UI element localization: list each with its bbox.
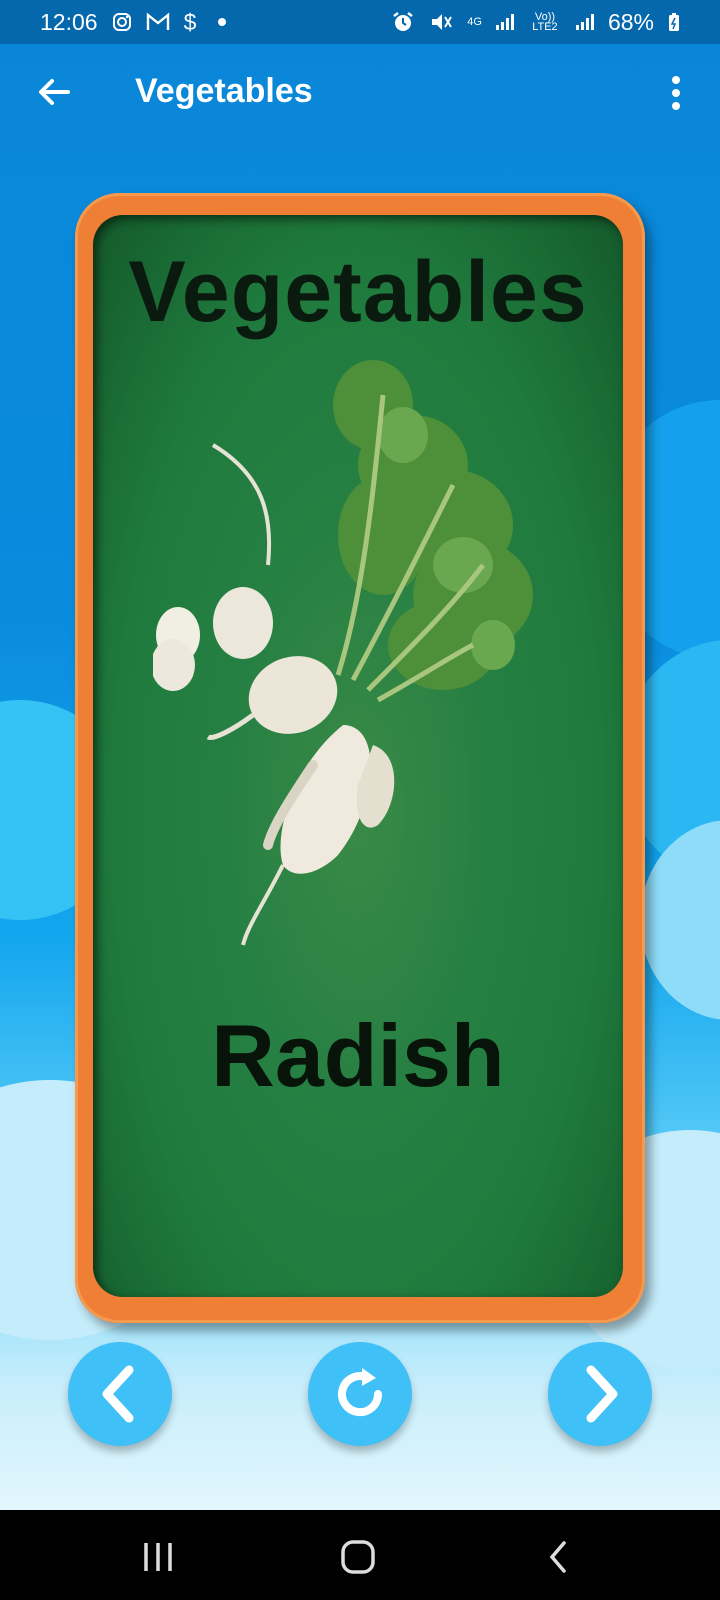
- recents-button[interactable]: [138, 1540, 178, 1574]
- card-word: Radish: [211, 1006, 505, 1105]
- clock: 12:06: [40, 8, 98, 35]
- status-bar: 12:06 $ 4G Vo)) LTE2 68%: [0, 0, 720, 44]
- chevron-left-icon: [102, 1365, 134, 1423]
- replay-icon: [338, 1368, 383, 1417]
- home-button[interactable]: [338, 1540, 378, 1574]
- card-category-heading: Vegetables: [128, 244, 588, 340]
- home-icon: [341, 1540, 375, 1574]
- flashcard: Vegetables Radish: [75, 193, 645, 1323]
- battery-percent: 68%: [607, 8, 654, 35]
- system-back-button[interactable]: [540, 1540, 580, 1574]
- battery-icon: [669, 13, 679, 31]
- system-navigation-bar: [0, 1510, 720, 1600]
- previous-button[interactable]: [68, 1342, 172, 1446]
- alarm-icon: [393, 12, 414, 31]
- dot-icon: [218, 18, 227, 26]
- gmail-icon: [146, 12, 169, 30]
- mute-icon: [432, 14, 453, 30]
- signal-icon: [575, 14, 594, 30]
- instagram-icon: [112, 13, 131, 31]
- app-bar: Vegetables: [0, 44, 720, 144]
- flashcard-face: Vegetables Radish: [93, 215, 623, 1297]
- more-vert-icon: [670, 76, 682, 110]
- back-button[interactable]: [34, 72, 74, 112]
- network-type-label: 4G: [467, 16, 482, 28]
- signal-icon: [495, 14, 514, 30]
- radish-illustration: [153, 360, 533, 946]
- volte-label: Vo)) LTE2: [532, 11, 558, 33]
- recents-icon: [144, 1543, 172, 1571]
- cloud: [640, 820, 720, 1020]
- next-button[interactable]: [548, 1342, 652, 1446]
- chevron-right-icon: [586, 1365, 618, 1423]
- back-icon: [549, 1541, 566, 1573]
- dollar-icon: $: [183, 8, 197, 35]
- arrow-left-icon: [39, 79, 70, 105]
- page-title: Vegetables: [135, 72, 313, 110]
- overflow-menu-button[interactable]: [670, 76, 682, 110]
- replay-button[interactable]: [308, 1342, 412, 1446]
